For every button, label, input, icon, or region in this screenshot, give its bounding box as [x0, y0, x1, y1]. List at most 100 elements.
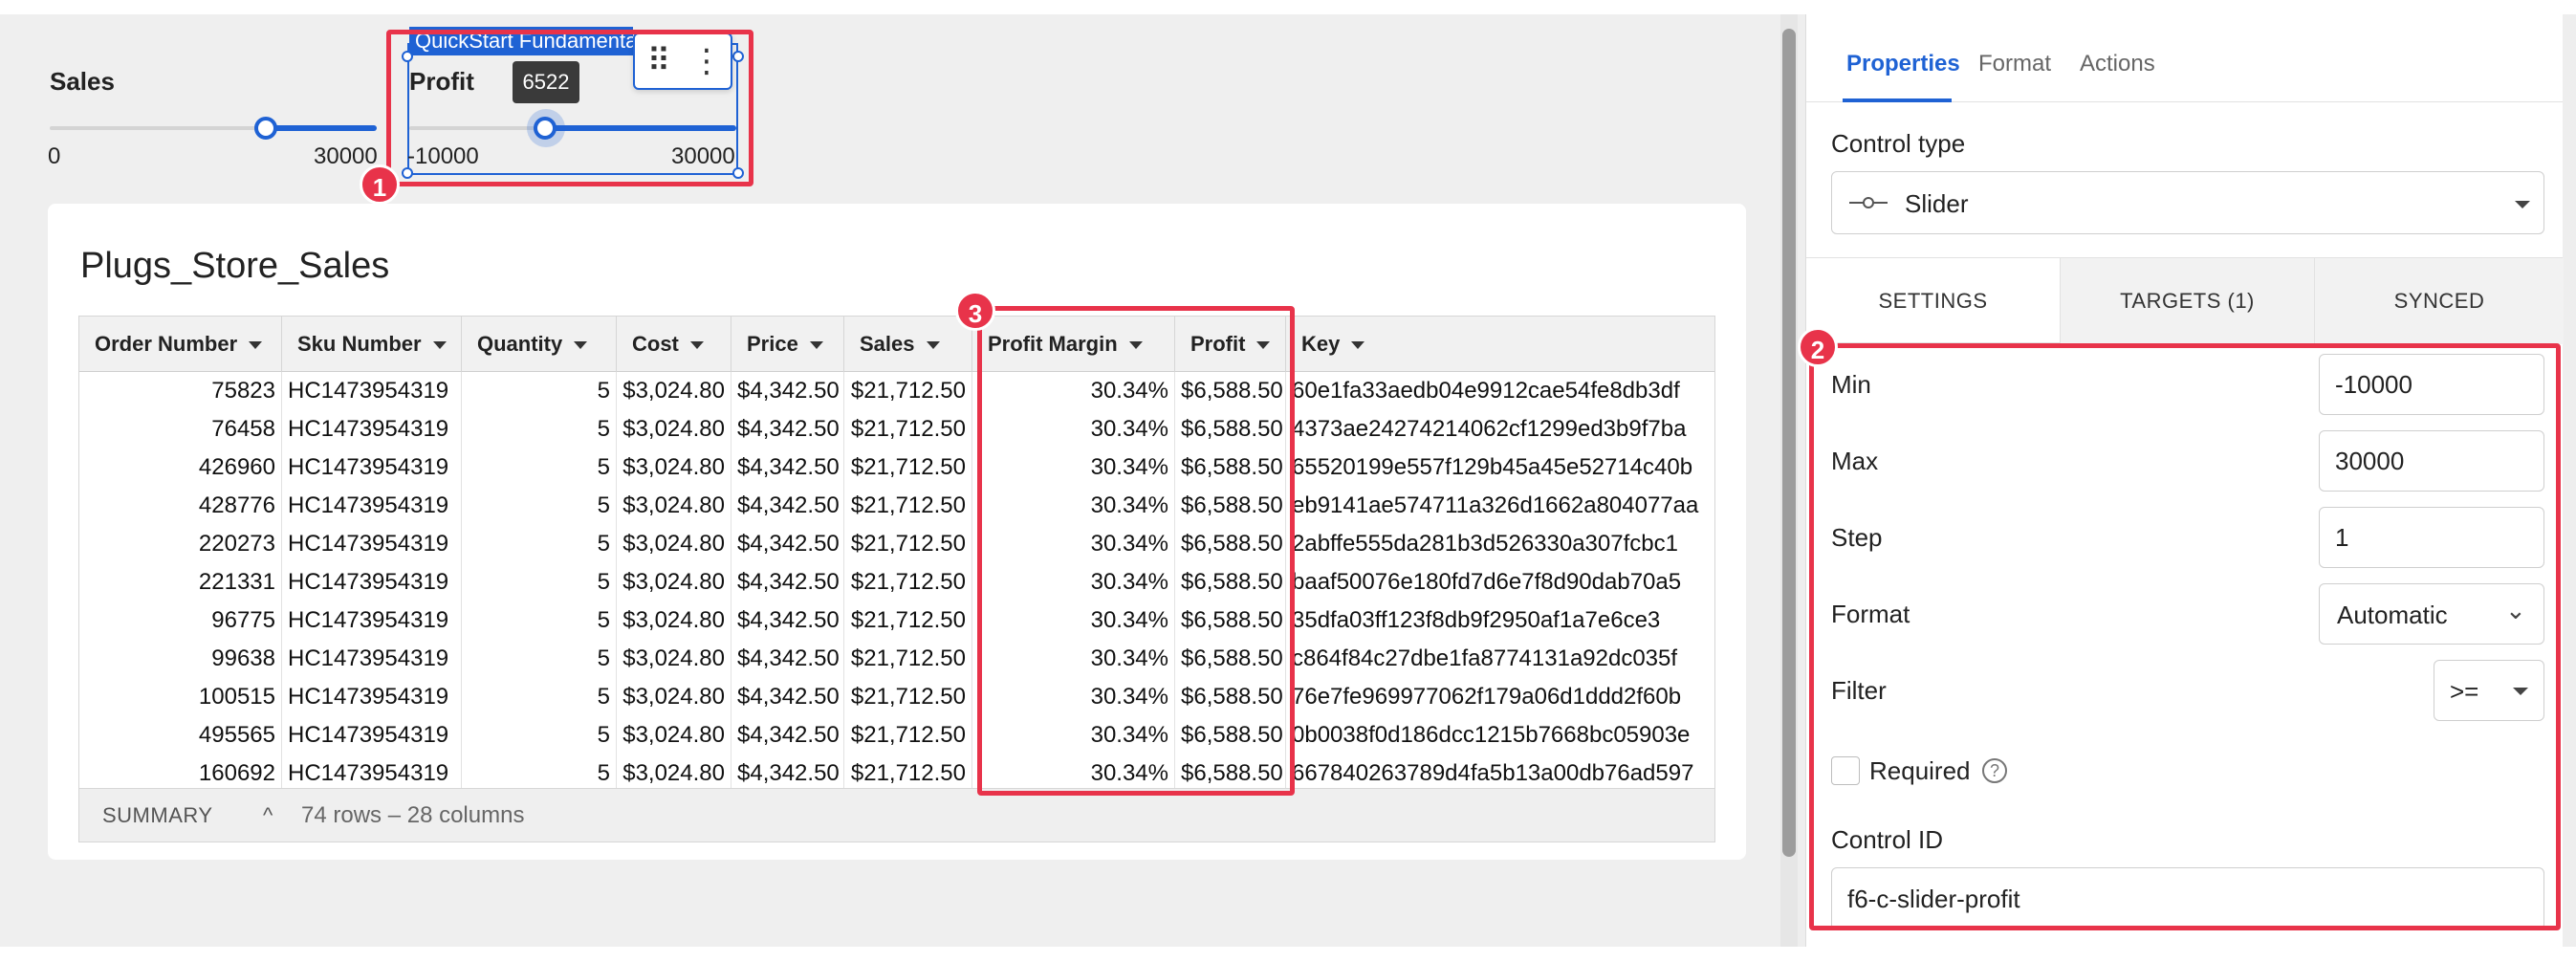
cell-price: $4,342.50: [731, 678, 844, 716]
column-header-sku-number[interactable]: Sku Number: [282, 317, 462, 372]
caret-down-icon[interactable]: [432, 341, 447, 350]
column-header-key[interactable]: Key: [1286, 317, 1714, 372]
table-row[interactable]: 220273 HC1473954319 5 $3,024.80 $4,342.50 $21…: [79, 525, 1714, 563]
table-row[interactable]: 96775 HC1473954319 5 $3,024.80 $4,342.50 $21,…: [79, 601, 1714, 640]
cell-price: $4,342.50: [731, 754, 844, 788]
table-row[interactable]: 221331 HC1473954319 5 $3,024.80 $4,342.50 $21…: [79, 563, 1714, 601]
callout-box-1: [386, 30, 753, 186]
tab-format[interactable]: Format: [1978, 51, 2051, 77]
cell-order-number: 221331: [79, 563, 282, 601]
cell-sales: $21,712.50: [844, 716, 972, 754]
cell-cost: $3,024.80: [617, 410, 731, 448]
cell-quantity: 5: [462, 754, 617, 788]
cell-sku-number: HC1473954319: [282, 601, 462, 640]
cell-key: 667840263789d4fa5b13a00db76ad597: [1286, 754, 1714, 788]
table-row[interactable]: 99638 HC1473954319 5 $3,024.80 $4,342.50 $21,…: [79, 640, 1714, 678]
cell-sku-number: HC1473954319: [282, 487, 462, 525]
cell-sku-number: HC1473954319: [282, 640, 462, 678]
cell-sales: $21,712.50: [844, 410, 972, 448]
summary-label: SUMMARY: [102, 803, 213, 827]
panel-tabs: Properties Format Actions: [1806, 14, 2563, 102]
settings-subtabs: SETTINGS TARGETS (1) SYNCED: [1806, 257, 2564, 344]
cell-key: c864f84c27dbe1fa8774131a92dc035f: [1286, 640, 1714, 678]
cell-sales: $21,712.50: [844, 640, 972, 678]
caret-down-icon[interactable]: [249, 341, 263, 350]
cell-price: $4,342.50: [731, 716, 844, 754]
cell-sku-number: HC1473954319: [282, 525, 462, 563]
column-header-price[interactable]: Price: [731, 317, 844, 372]
column-header-sales[interactable]: Sales: [844, 317, 972, 372]
control-type-select[interactable]: Slider: [1831, 171, 2544, 234]
table-row[interactable]: 76458 HC1473954319 5 $3,024.80 $4,342.50 $21,…: [79, 410, 1714, 448]
table-row[interactable]: 160692 HC1473954319 5 $3,024.80 $4,342.50 $21…: [79, 754, 1714, 788]
scrollbar-thumb[interactable]: [1782, 29, 1796, 857]
cell-cost: $3,024.80: [617, 754, 731, 788]
cell-price: $4,342.50: [731, 372, 844, 410]
cell-key: eb9141ae574711a326d1662a804077aa: [1286, 487, 1714, 525]
table-header: Order Number Sku Number Quantity Cost Price S…: [79, 317, 1714, 372]
callout-box-3: [977, 306, 1295, 796]
data-table: Order Number Sku Number Quantity Cost Price S…: [78, 316, 1715, 789]
column-header-cost[interactable]: Cost: [617, 317, 731, 372]
column-header-label: Sales: [860, 332, 915, 356]
cell-sales: $21,712.50: [844, 601, 972, 640]
caret-down-icon[interactable]: [574, 341, 588, 350]
cell-sku-number: HC1473954319: [282, 448, 462, 487]
cell-quantity: 5: [462, 640, 617, 678]
column-header-label: Order Number: [95, 332, 238, 356]
cell-sku-number: HC1473954319: [282, 754, 462, 788]
cell-price: $4,342.50: [731, 487, 844, 525]
cell-sku-number: HC1473954319: [282, 716, 462, 754]
cell-order-number: 160692: [79, 754, 282, 788]
cell-price: $4,342.50: [731, 448, 844, 487]
cell-sku-number: HC1473954319: [282, 563, 462, 601]
app-root: Sales 0 30000 QuickStart Fundamentals ⠿ …: [0, 0, 2576, 962]
cell-key: 76e7fe969977062f179a06d1ddd2f60b: [1286, 678, 1714, 716]
subtab-targets[interactable]: TARGETS (1): [2061, 258, 2315, 344]
sales-slider-max: 30000: [314, 143, 378, 169]
subtab-settings[interactable]: SETTINGS: [1806, 258, 2061, 344]
control-type-value: Slider: [1905, 189, 1969, 218]
table-row[interactable]: 428776 HC1473954319 5 $3,024.80 $4,342.50 $21…: [79, 487, 1714, 525]
callout-badge-1: 1: [360, 164, 400, 205]
sales-slider-label: Sales: [50, 67, 115, 96]
top-bar: [0, 0, 2576, 14]
chevron-up-icon[interactable]: ^: [263, 789, 273, 842]
cell-sales: $21,712.50: [844, 487, 972, 525]
table-row[interactable]: 75823 HC1473954319 5 $3,024.80 $4,342.50 $21,…: [79, 372, 1714, 410]
cell-price: $4,342.50: [731, 601, 844, 640]
tab-actions[interactable]: Actions: [2080, 51, 2155, 77]
caret-down-icon[interactable]: [926, 341, 940, 350]
cell-order-number: 99638: [79, 640, 282, 678]
control-type-label: Control type: [1831, 129, 1966, 158]
cell-quantity: 5: [462, 372, 617, 410]
caret-down-icon[interactable]: [809, 341, 823, 350]
sales-slider-track[interactable]: [50, 126, 266, 130]
table-row[interactable]: 495565 HC1473954319 5 $3,024.80 $4,342.50 $21…: [79, 716, 1714, 754]
cell-order-number: 76458: [79, 410, 282, 448]
column-header-order-number[interactable]: Order Number: [79, 317, 282, 372]
table-row[interactable]: 100515 HC1473954319 5 $3,024.80 $4,342.50 $21…: [79, 678, 1714, 716]
cell-cost: $3,024.80: [617, 640, 731, 678]
column-header-label: Cost: [632, 332, 679, 356]
caret-down-icon[interactable]: [689, 341, 704, 350]
cell-sku-number: HC1473954319: [282, 410, 462, 448]
cell-sales: $21,712.50: [844, 678, 972, 716]
subtab-synced[interactable]: SYNCED: [2315, 258, 2564, 344]
tab-properties[interactable]: Properties: [1846, 51, 1960, 77]
table-row[interactable]: 426960 HC1473954319 5 $3,024.80 $4,342.50 $21…: [79, 448, 1714, 487]
caret-down-icon[interactable]: [1351, 341, 1365, 350]
cell-order-number: 100515: [79, 678, 282, 716]
cell-sales: $21,712.50: [844, 448, 972, 487]
sales-slider-thumb[interactable]: [254, 117, 277, 140]
cell-order-number: 426960: [79, 448, 282, 487]
cell-sales: $21,712.50: [844, 525, 972, 563]
cell-key: 4373ae24274214062cf1299ed3b9f7ba: [1286, 410, 1714, 448]
cell-sales: $21,712.50: [844, 372, 972, 410]
callout-badge-2: 2: [1798, 327, 1838, 367]
cell-order-number: 428776: [79, 487, 282, 525]
table-card: Plugs_Store_Sales Order Number Sku Number…: [48, 204, 1746, 860]
cell-quantity: 5: [462, 525, 617, 563]
column-header-quantity[interactable]: Quantity: [462, 317, 617, 372]
summary-bar[interactable]: SUMMARY ^ 74 rows – 28 columns: [78, 789, 1715, 842]
